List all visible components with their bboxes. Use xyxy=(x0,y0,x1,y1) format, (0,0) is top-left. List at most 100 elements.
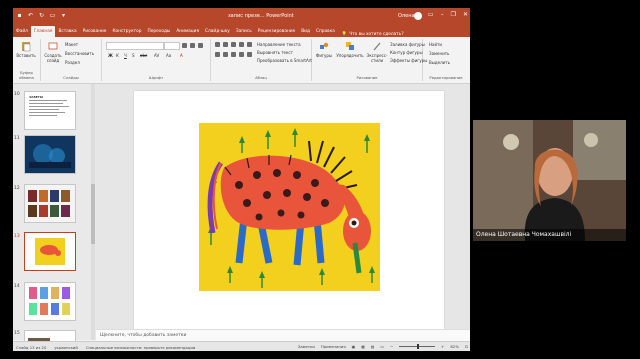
accessibility-checker[interactable]: Специальные возможности: проверьте реком… xyxy=(86,345,196,350)
numbering-icon[interactable] xyxy=(223,42,228,47)
zoom-slider-handle[interactable] xyxy=(417,344,420,349)
bold-icon[interactable]: Ж xyxy=(108,53,113,58)
ribbon-tab[interactable]: Главная xyxy=(30,26,56,37)
replace-button[interactable]: Заменить xyxy=(429,51,449,56)
shapes-icon xyxy=(320,42,329,49)
group-label: Шрифт xyxy=(148,75,164,80)
undo-icon[interactable]: ↶ xyxy=(27,12,34,19)
increase-indent-icon[interactable] xyxy=(239,42,244,47)
ribbon-tab[interactable]: Конструктор xyxy=(109,26,144,37)
ribbon-tab[interactable]: Запись xyxy=(233,26,255,37)
fit-slide-icon[interactable]: ⊡ xyxy=(465,344,468,349)
presenter-icon[interactable]: ▭ xyxy=(49,12,56,19)
ribbon-tab[interactable]: Рецензирование xyxy=(255,26,298,37)
group-label: Редактирование xyxy=(429,75,463,80)
bullets-icon[interactable] xyxy=(215,42,220,47)
shapes-button[interactable]: Фигуры xyxy=(314,41,334,58)
columns-icon[interactable] xyxy=(247,52,252,57)
font-name-combo[interactable] xyxy=(106,42,164,50)
avatar[interactable] xyxy=(414,12,422,20)
minimize-icon[interactable]: – xyxy=(441,11,444,18)
new-slide-button[interactable]: Создать слайд xyxy=(43,41,63,63)
spacing-icon[interactable]: AV xyxy=(154,53,159,58)
ribbon-tab[interactable]: Рисование xyxy=(80,26,110,37)
shrink-font-icon[interactable] xyxy=(190,43,195,48)
layout-button[interactable]: Макет xyxy=(65,42,78,47)
notes-placeholder: Щелкните, чтобы добавить заметки xyxy=(100,333,187,338)
ribbon-tab[interactable]: Вид xyxy=(298,26,313,37)
grow-font-icon[interactable] xyxy=(182,43,187,48)
ribbon-tab[interactable]: Справка xyxy=(313,26,338,37)
shape-effects-button[interactable]: Эффекты фигуры xyxy=(390,58,427,63)
thumbnail-scrollbar[interactable] xyxy=(91,84,95,340)
align-left-icon[interactable] xyxy=(215,52,220,57)
slide-thumbnail-10[interactable]: ЗАВЕТЫ xyxy=(24,91,76,130)
font-color-icon[interactable]: A xyxy=(180,53,183,58)
section-button[interactable]: Раздел xyxy=(65,60,80,65)
arrange-button[interactable]: Упорядочить xyxy=(336,41,364,58)
paste-button[interactable]: Вставить xyxy=(15,41,37,58)
reset-button[interactable]: Восстановить xyxy=(65,51,94,56)
group-label: Абзац xyxy=(255,75,267,80)
case-icon[interactable]: Aa xyxy=(166,53,171,58)
underline-icon[interactable]: Ч xyxy=(124,53,127,58)
zoom-level[interactable]: 82% xyxy=(450,344,458,349)
slide-thumbnail-14[interactable] xyxy=(24,282,76,321)
quick-styles-button[interactable]: Экспресс-стили xyxy=(366,41,388,63)
quick-styles-icon xyxy=(373,42,381,51)
comments-button[interactable]: Примечания xyxy=(321,344,346,349)
slide-number: 13 xyxy=(14,234,20,239)
ribbon-tabs: Файл Главная Вставка Рисование Конструктор Пе… xyxy=(13,24,470,37)
customize-qat-icon[interactable]: ▾ xyxy=(60,12,67,19)
slide-number: 14 xyxy=(14,284,20,289)
clear-format-icon[interactable] xyxy=(198,43,203,48)
slide-thumbnails-panel: 10 ЗАВЕТЫ 11 12 13 14 15 xyxy=(13,84,97,342)
align-right-icon[interactable] xyxy=(231,52,236,57)
restore-icon[interactable]: ❐ xyxy=(451,11,456,18)
scrollbar-thumb[interactable] xyxy=(91,184,95,244)
slide-sorter-icon[interactable]: ▦ xyxy=(361,344,365,349)
align-center-icon[interactable] xyxy=(223,52,228,57)
select-button[interactable]: Выделить xyxy=(429,60,450,65)
slideshow-icon[interactable]: ▭ xyxy=(380,344,384,349)
italic-icon[interactable]: К xyxy=(116,53,119,58)
line-spacing-icon[interactable] xyxy=(247,42,252,47)
close-icon[interactable]: ✕ xyxy=(463,11,468,18)
zoom-in-icon[interactable]: + xyxy=(441,344,444,349)
ribbon-tab[interactable]: Вставка xyxy=(55,26,79,37)
shadow-icon[interactable]: S xyxy=(132,53,135,58)
align-text-button[interactable]: Выровнять текст xyxy=(257,50,293,55)
font-group: Ж К Ч S abc AV Aa A Шрифт xyxy=(102,39,211,81)
ribbon-tab[interactable]: Переходы xyxy=(145,26,174,37)
find-button[interactable]: Найти xyxy=(429,42,442,47)
status-bar: Слайд 13 из 20 украинский Специальные во… xyxy=(13,341,470,351)
shape-fill-button[interactable]: Заливка фигуры xyxy=(390,42,425,47)
redo-icon[interactable]: ↻ xyxy=(38,12,45,19)
justify-icon[interactable] xyxy=(239,52,244,57)
ribbon-tab[interactable]: Файл xyxy=(13,26,31,37)
slide-thumbnail-12[interactable] xyxy=(24,184,76,223)
decrease-indent-icon[interactable] xyxy=(231,42,236,47)
zoom-slider[interactable] xyxy=(399,344,436,349)
ribbon-tab[interactable]: Анимация xyxy=(173,26,202,37)
font-size-combo[interactable] xyxy=(164,42,180,50)
zoom-out-icon[interactable]: − xyxy=(390,344,393,349)
editing-group: Найти Заменить Выделить Редактирование xyxy=(423,39,469,81)
quick-access-toolbar: ▪ ↶ ↻ ▭ ▾ xyxy=(16,12,67,19)
current-slide[interactable] xyxy=(134,91,444,329)
text-direction-button[interactable]: Направление текста xyxy=(257,42,301,47)
shape-outline-button[interactable]: Контур фигуры xyxy=(390,50,423,55)
ribbon-tab[interactable]: Слайд-шоу xyxy=(202,26,233,37)
folk-art-painting xyxy=(199,123,380,291)
strikethrough-icon[interactable]: abc xyxy=(140,53,147,58)
user-name[interactable]: Олена xyxy=(398,13,415,19)
save-icon[interactable]: ▪ xyxy=(16,12,23,19)
normal-view-icon[interactable]: ▣ xyxy=(352,344,356,349)
language-indicator[interactable]: украинский xyxy=(54,345,78,350)
slide-thumbnail-11[interactable] xyxy=(24,135,76,174)
reading-view-icon[interactable]: ▤ xyxy=(371,344,375,349)
ribbon-display-icon[interactable]: ▭ xyxy=(428,11,434,18)
smartart-button[interactable]: Преобразовать в SmartArt xyxy=(257,58,312,63)
notes-toggle-button[interactable]: Заметки xyxy=(298,344,315,349)
slide-thumbnail-13[interactable] xyxy=(24,232,76,271)
